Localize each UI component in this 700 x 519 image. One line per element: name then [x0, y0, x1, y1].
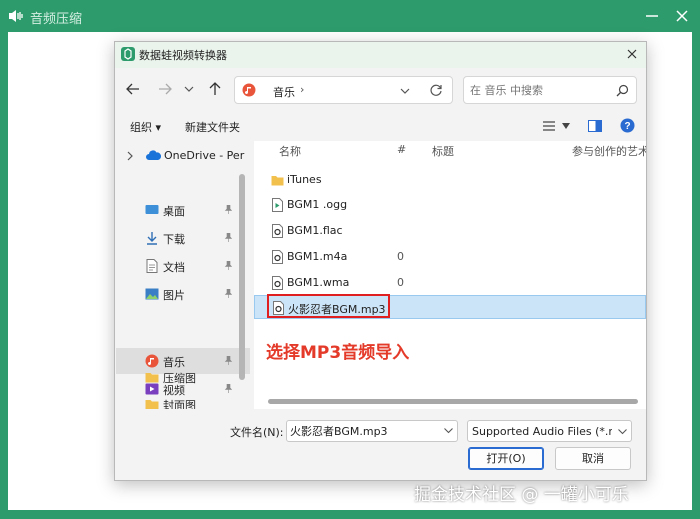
pin-icon: [224, 261, 233, 270]
minimize-button[interactable]: [642, 6, 662, 26]
audio-file-icon: [272, 250, 283, 264]
column-header-name[interactable]: 名称: [279, 143, 301, 159]
pictures-icon: [145, 288, 159, 300]
file-list: 名称 # 标题 参与创作的艺术家 iTunes BGM1 .ogg BGM1.f…: [254, 141, 646, 409]
organize-menu[interactable]: 组织 ▾: [130, 119, 161, 135]
pin-icon: [224, 233, 233, 242]
download-icon: [147, 232, 157, 245]
search-input[interactable]: [470, 82, 610, 98]
chevron-down-icon[interactable]: [618, 429, 627, 435]
dialog-titlebar: 数据蛙视频转换器: [115, 42, 646, 68]
dialog-title: 数据蛙视频转换器: [139, 49, 227, 62]
dialog-close-icon[interactable]: [625, 47, 639, 61]
chevron-right-icon[interactable]: [126, 151, 134, 161]
scrollbar-thumb[interactable]: [239, 174, 245, 380]
column-header-artist[interactable]: 参与创作的艺术家: [572, 143, 646, 159]
filename-label: 文件名(N):: [230, 426, 284, 439]
file-name: iTunes: [287, 173, 322, 186]
folder-icon: [145, 373, 159, 383]
sidebar-item-desktop[interactable]: 桌面: [116, 197, 250, 223]
audio-icon: [9, 10, 23, 22]
app-logo-icon: [121, 47, 135, 61]
file-name: BGM1.m4a: [287, 250, 348, 263]
open-button[interactable]: 打开(O): [468, 447, 544, 470]
filename-input[interactable]: [290, 424, 438, 438]
sidebar-item-label: 文档: [163, 261, 185, 274]
sidebar-item-downloads[interactable]: 下载: [116, 225, 250, 251]
back-arrow-icon[interactable]: [125, 81, 141, 97]
horizontal-scrollbar[interactable]: [268, 399, 638, 404]
pin-icon: [224, 289, 233, 298]
chevron-down-icon[interactable]: [444, 428, 453, 434]
sidebar-item-compressed-images[interactable]: 压缩图: [116, 364, 250, 390]
preview-pane-icon[interactable]: [588, 119, 602, 133]
desktop-icon: [145, 205, 159, 214]
file-name: BGM1.flac: [287, 224, 343, 237]
file-row-bgm1-m4a[interactable]: BGM1.m4a 0: [254, 245, 646, 269]
file-number: 0: [397, 250, 404, 263]
app-title: 音频压缩: [30, 12, 83, 27]
documents-icon: [146, 259, 158, 273]
file-row-itunes[interactable]: iTunes: [254, 168, 646, 192]
watermark-text: 掘金技术社区 @ 一罐小可乐: [414, 485, 629, 505]
sidebar-item-label: 压缩图: [163, 372, 196, 385]
address-dropdown-icon[interactable]: [400, 86, 410, 96]
file-row-bgm1-flac[interactable]: BGM1.flac: [254, 219, 646, 243]
file-row-bgm1-ogg[interactable]: BGM1 .ogg: [254, 193, 646, 217]
column-header-number[interactable]: #: [397, 143, 406, 156]
svg-text:?: ?: [624, 121, 630, 132]
file-type-filter-value: Supported Audio Files (*.mp: [472, 425, 612, 438]
navigation-bar: 音乐 ›: [115, 69, 646, 109]
sidebar-item-label: OneDrive - Per: [164, 149, 245, 162]
column-header-title[interactable]: 标题: [432, 143, 454, 159]
recent-dropdown-icon[interactable]: [183, 83, 195, 95]
file-name: BGM1.wma: [287, 276, 350, 289]
sidebar-item-cover-images[interactable]: 封面图: [116, 391, 250, 409]
address-bar[interactable]: 音乐 ›: [234, 76, 453, 104]
file-type-filter[interactable]: Supported Audio Files (*.mp: [467, 420, 632, 442]
view-dropdown-icon[interactable]: [562, 123, 570, 129]
sidebar-item-label: 封面图: [163, 399, 196, 409]
help-icon[interactable]: ?: [620, 118, 635, 133]
refresh-icon[interactable]: [429, 83, 443, 97]
sidebar-item-pictures[interactable]: 图片: [116, 281, 250, 307]
app-titlebar: 音频压缩: [0, 0, 700, 32]
music-folder-icon: [242, 83, 256, 97]
forward-arrow-icon[interactable]: [157, 81, 173, 97]
close-button[interactable]: [672, 6, 692, 26]
dialog-footer: 文件名(N): Supported Audio Files (*.mp 打开(O…: [115, 412, 646, 480]
pin-icon: [224, 205, 233, 214]
sidebar-item-label: 桌面: [163, 205, 185, 218]
address-location[interactable]: 音乐: [273, 84, 295, 100]
up-arrow-icon[interactable]: [207, 81, 223, 97]
command-bar: 组织 ▾ 新建文件夹 ?: [115, 112, 646, 140]
new-folder-button[interactable]: 新建文件夹: [185, 119, 240, 135]
open-file-dialog: 数据蛙视频转换器 音乐 › 在 音乐 中搜索 组织 ▾ 新建文件夹 ? OneD…: [114, 41, 647, 481]
folder-icon: [145, 400, 159, 409]
filename-field[interactable]: [286, 420, 458, 442]
breadcrumb-chevron[interactable]: ›: [300, 83, 304, 96]
search-icon[interactable]: [616, 84, 629, 97]
sidebar-item-label: 图片: [163, 289, 185, 302]
file-row-bgm1-wma[interactable]: BGM1.wma 0: [254, 271, 646, 295]
audio-play-file-icon: [272, 198, 283, 212]
annotation-text: 选择MP3音频导入: [266, 343, 410, 363]
sidebar-item-documents[interactable]: 文档: [116, 253, 250, 279]
folder-icon: [271, 176, 284, 186]
highlight-annotation-box: [267, 294, 390, 318]
file-number: 0: [397, 276, 404, 289]
audio-file-icon: [272, 276, 283, 290]
view-options-icon[interactable]: [542, 120, 556, 132]
search-box[interactable]: [463, 76, 637, 104]
cancel-button[interactable]: 取消: [555, 447, 631, 470]
onedrive-icon: [146, 150, 161, 160]
sidebar-item-label: 下载: [163, 233, 185, 246]
navigation-scrollbar[interactable]: [239, 146, 245, 406]
file-name: BGM1 .ogg: [287, 198, 348, 211]
audio-file-icon: [272, 224, 283, 238]
sidebar-item-onedrive[interactable]: OneDrive - Per: [116, 143, 250, 169]
